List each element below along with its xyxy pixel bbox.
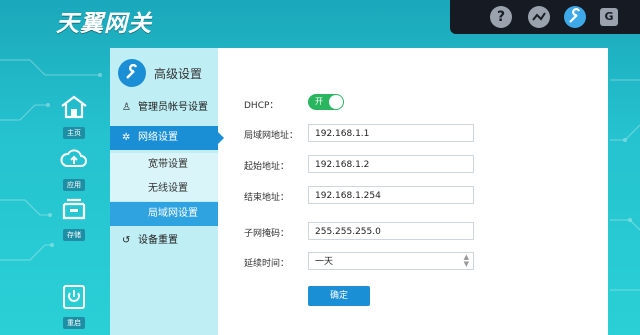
wrench-icon[interactable] — [564, 6, 586, 28]
sidebar-subitem-label: 局域网设置 — [148, 208, 198, 219]
sidebar-item-network[interactable]: ✲ 网络设置 — [110, 126, 224, 150]
sidebar-item-admin-account[interactable]: ♙ 管理员帐号设置 — [110, 96, 218, 120]
start-address-input[interactable]: 192.168.1.2 — [308, 155, 474, 173]
sidebar-item-label: 管理员帐号设置 — [138, 102, 208, 113]
lease-time-label: 延续时间： — [244, 259, 290, 269]
dhcp-toggle-state: 开 — [315, 97, 323, 106]
nav-apps-label: 应用 — [63, 179, 85, 191]
wrench-icon — [118, 59, 146, 87]
nav-apps[interactable]: 应用 — [52, 146, 96, 191]
gear-icon: ✲ — [122, 132, 131, 143]
top-icon-bar: ? G — [450, 0, 640, 34]
user-icon: ♙ — [122, 102, 131, 113]
reset-icon: ↺ — [122, 235, 131, 246]
nav-home[interactable]: 主页 — [52, 94, 96, 139]
nav-storage-label: 存储 — [63, 229, 85, 241]
sidebar-subitem-wireless[interactable]: 无线设置 — [110, 177, 218, 201]
sidebar-item-device-reset[interactable]: ↺ 设备重置 — [110, 229, 218, 253]
cloud-upload-icon — [59, 146, 89, 172]
sidebar-subitem-label: 无线设置 — [148, 183, 188, 194]
dhcp-toggle[interactable]: 开 — [308, 94, 344, 110]
select-arrows-icon: ▲ ▼ — [463, 253, 469, 268]
sidebar-item-label: 网络设置 — [138, 132, 178, 143]
end-address-input[interactable]: 192.168.1.254 — [308, 186, 474, 204]
settings-panel: 高级设置 ♙ 管理员帐号设置 ✲ 网络设置 宽带设置 无线设置 局域网设置 ↺ … — [110, 48, 608, 335]
nav-reboot[interactable]: 重启 — [52, 284, 96, 329]
nav-storage[interactable]: 存储 — [52, 196, 96, 241]
lease-time-value: 一天 — [315, 257, 334, 267]
sidebar-title: 高级设置 — [154, 67, 203, 81]
power-icon — [59, 284, 89, 310]
chart-icon[interactable] — [528, 6, 550, 28]
confirm-button[interactable]: 确定 — [308, 286, 370, 306]
top-bar: 天翼网关 ? G — [0, 0, 640, 38]
dhcp-label: DHCP： — [244, 101, 279, 111]
logout-icon[interactable]: G — [600, 8, 618, 26]
sidebar-subitem-broadband[interactable]: 宽带设置 — [110, 153, 218, 177]
help-icon[interactable]: ? — [490, 6, 512, 28]
nav-reboot-label: 重启 — [63, 317, 85, 329]
sidebar-item-label: 设备重置 — [138, 235, 178, 246]
nav-home-label: 主页 — [63, 127, 85, 139]
toggle-knob — [329, 95, 343, 109]
subnet-mask-label: 子网掩码： — [244, 229, 290, 239]
settings-sidebar: 高级设置 ♙ 管理员帐号设置 ✲ 网络设置 宽带设置 无线设置 局域网设置 ↺ … — [110, 48, 224, 335]
lease-time-select[interactable]: 一天 ▲ ▼ — [308, 252, 474, 270]
end-address-label: 结束地址： — [244, 193, 290, 203]
home-icon — [59, 94, 89, 120]
start-address-label: 起始地址： — [244, 162, 290, 172]
sidebar-header: 高级设置 — [110, 48, 218, 96]
sidebar-subitem-lan[interactable]: 局域网设置 — [110, 202, 218, 226]
lan-address-label: 局域网地址： — [244, 131, 299, 141]
brand-logo: 天翼网关 — [56, 11, 152, 37]
storage-icon — [59, 196, 89, 222]
subnet-mask-input[interactable]: 255.255.255.0 — [308, 222, 474, 240]
lan-address-input[interactable]: 192.168.1.1 — [308, 124, 474, 142]
sidebar-subitem-label: 宽带设置 — [148, 159, 188, 170]
